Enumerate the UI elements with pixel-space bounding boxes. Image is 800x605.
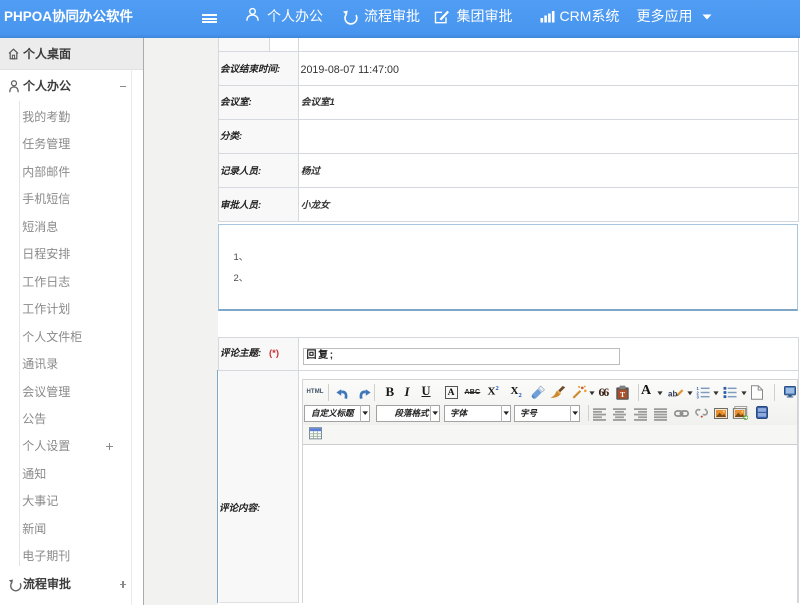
svg-text:ab: ab (668, 390, 677, 399)
svg-text:T: T (619, 390, 624, 399)
svg-text:3: 3 (696, 394, 699, 399)
